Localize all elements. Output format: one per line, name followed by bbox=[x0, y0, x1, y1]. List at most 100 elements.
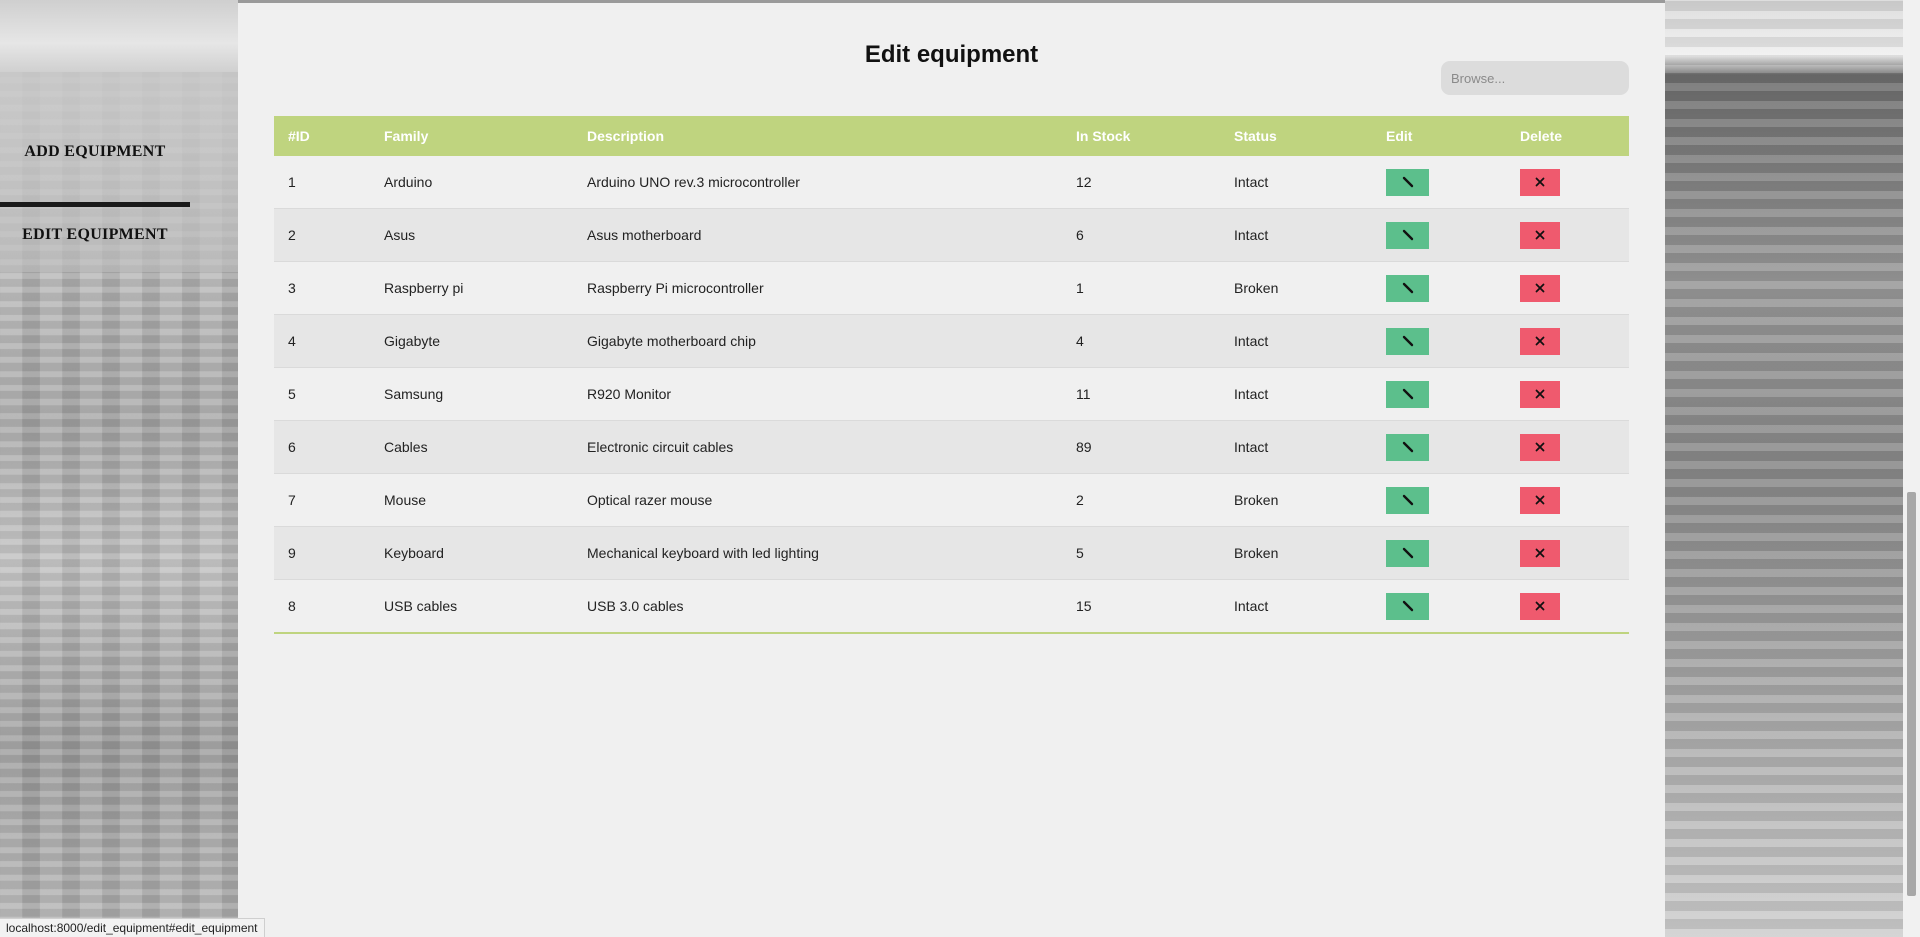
column-header-description: Description bbox=[587, 128, 665, 144]
cell-description: Arduino UNO rev.3 microcontroller bbox=[587, 174, 800, 190]
cell-status: Intact bbox=[1234, 227, 1269, 243]
cell-id: 5 bbox=[288, 386, 296, 402]
pencil-icon bbox=[1402, 335, 1414, 347]
edit-button[interactable] bbox=[1386, 539, 1429, 567]
column-header-delete: Delete bbox=[1520, 128, 1563, 144]
cell-id: 4 bbox=[288, 333, 296, 349]
cell-family: USB cables bbox=[384, 598, 458, 614]
column-header-in-stock: In Stock bbox=[1076, 128, 1131, 144]
delete-button[interactable] bbox=[1520, 327, 1560, 355]
table-row: 9 Keyboard Mechanical keyboard with led li… bbox=[274, 526, 1629, 580]
edit-button[interactable] bbox=[1386, 592, 1429, 620]
table-row: 4 Gigabyte Gigabyte motherboard chip 4 Intac… bbox=[274, 314, 1629, 368]
sidebar-item-edit-equipment[interactable]: EDIT EQUIPMENT bbox=[0, 202, 190, 262]
search-input[interactable] bbox=[1441, 61, 1629, 95]
cell-status: Broken bbox=[1234, 492, 1279, 508]
cell-delete bbox=[1506, 527, 1629, 580]
cell-family: Mouse bbox=[384, 492, 427, 508]
sidebar-item-add-equipment[interactable]: ADD EQUIPMENT bbox=[0, 122, 190, 182]
cell-delete bbox=[1506, 209, 1629, 262]
delete-button[interactable] bbox=[1520, 274, 1560, 302]
edit-button[interactable] bbox=[1386, 433, 1429, 461]
close-icon bbox=[1535, 230, 1545, 240]
pencil-icon bbox=[1402, 388, 1414, 400]
delete-button[interactable] bbox=[1520, 539, 1560, 567]
table-row: 2 Asus Asus motherboard 6 Intact bbox=[274, 208, 1629, 262]
column-header-id: #ID bbox=[288, 128, 310, 144]
edit-button[interactable] bbox=[1386, 380, 1429, 408]
cell-description: Mechanical keyboard with led lighting bbox=[587, 545, 819, 561]
close-icon bbox=[1535, 495, 1545, 505]
cell-edit bbox=[1372, 156, 1506, 209]
cell-id: 3 bbox=[288, 280, 296, 296]
cell-description: Asus motherboard bbox=[587, 227, 702, 243]
table-row: 6 Cables Electronic circuit cables 89 Intact bbox=[274, 420, 1629, 474]
edit-button[interactable] bbox=[1386, 274, 1429, 302]
cell-status: Intact bbox=[1234, 598, 1269, 614]
cell-family: Raspberry pi bbox=[384, 280, 464, 296]
pencil-icon bbox=[1402, 441, 1414, 453]
cell-family: Cables bbox=[384, 439, 428, 455]
cell-id: 2 bbox=[288, 227, 296, 243]
cell-description: Optical razer mouse bbox=[587, 492, 713, 508]
pencil-icon bbox=[1402, 547, 1414, 559]
cell-id: 6 bbox=[288, 439, 296, 455]
cell-in-stock: 1 bbox=[1076, 280, 1084, 296]
edit-button[interactable] bbox=[1386, 486, 1429, 514]
cell-delete bbox=[1506, 580, 1629, 634]
close-icon bbox=[1535, 548, 1545, 558]
cell-edit bbox=[1372, 580, 1506, 634]
column-header-family: Family bbox=[384, 128, 429, 144]
cell-description: Raspberry Pi microcontroller bbox=[587, 280, 764, 296]
cell-description: R920 Monitor bbox=[587, 386, 672, 402]
status-bar-url: localhost:8000/edit_equipment#edit_equip… bbox=[0, 918, 265, 937]
cell-delete bbox=[1506, 262, 1629, 315]
cell-in-stock: 4 bbox=[1076, 333, 1084, 349]
cell-status: Broken bbox=[1234, 280, 1279, 296]
edit-button[interactable] bbox=[1386, 327, 1429, 355]
cell-edit bbox=[1372, 474, 1506, 527]
background-image-right bbox=[1665, 0, 1903, 937]
sidebar-header-background bbox=[0, 0, 238, 72]
close-icon bbox=[1535, 177, 1545, 187]
cell-delete bbox=[1506, 315, 1629, 368]
sidebar-item-label: EDIT EQUIPMENT bbox=[22, 225, 168, 243]
cell-delete bbox=[1506, 156, 1629, 209]
cell-edit bbox=[1372, 527, 1506, 580]
delete-button[interactable] bbox=[1520, 168, 1560, 196]
cell-status: Intact bbox=[1234, 386, 1269, 402]
table-header-row: #ID Family Description In Stock Status E… bbox=[274, 116, 1629, 156]
pencil-icon bbox=[1402, 600, 1414, 612]
page-scrollbar[interactable] bbox=[1903, 0, 1920, 937]
cell-in-stock: 11 bbox=[1076, 386, 1091, 402]
table-row: 5 Samsung R920 Monitor 11 Intact bbox=[274, 367, 1629, 421]
column-header-status: Status bbox=[1234, 128, 1277, 144]
cell-family: Keyboard bbox=[384, 545, 444, 561]
scrollbar-thumb[interactable] bbox=[1907, 492, 1916, 896]
delete-button[interactable] bbox=[1520, 221, 1560, 249]
cell-delete bbox=[1506, 368, 1629, 421]
sidebar-item-label: ADD EQUIPMENT bbox=[24, 143, 166, 160]
edit-button[interactable] bbox=[1386, 221, 1429, 249]
close-icon bbox=[1535, 389, 1545, 399]
close-icon bbox=[1535, 442, 1545, 452]
delete-button[interactable] bbox=[1520, 486, 1560, 514]
cell-in-stock: 12 bbox=[1076, 174, 1092, 190]
delete-button[interactable] bbox=[1520, 592, 1560, 620]
cell-description: USB 3.0 cables bbox=[587, 598, 684, 614]
cell-in-stock: 89 bbox=[1076, 439, 1092, 455]
cell-status: Intact bbox=[1234, 439, 1269, 455]
delete-button[interactable] bbox=[1520, 380, 1560, 408]
delete-button[interactable] bbox=[1520, 433, 1560, 461]
cell-edit bbox=[1372, 262, 1506, 315]
edit-button[interactable] bbox=[1386, 168, 1429, 196]
main-panel: Edit equipment #ID Family Description In… bbox=[238, 3, 1665, 937]
close-icon bbox=[1535, 283, 1545, 293]
pencil-icon bbox=[1402, 282, 1414, 294]
cell-in-stock: 2 bbox=[1076, 492, 1084, 508]
cell-delete bbox=[1506, 474, 1629, 527]
cell-in-stock: 15 bbox=[1076, 598, 1092, 614]
cell-id: 7 bbox=[288, 492, 296, 508]
cell-family: Arduino bbox=[384, 174, 433, 190]
cell-family: Gigabyte bbox=[384, 333, 441, 349]
